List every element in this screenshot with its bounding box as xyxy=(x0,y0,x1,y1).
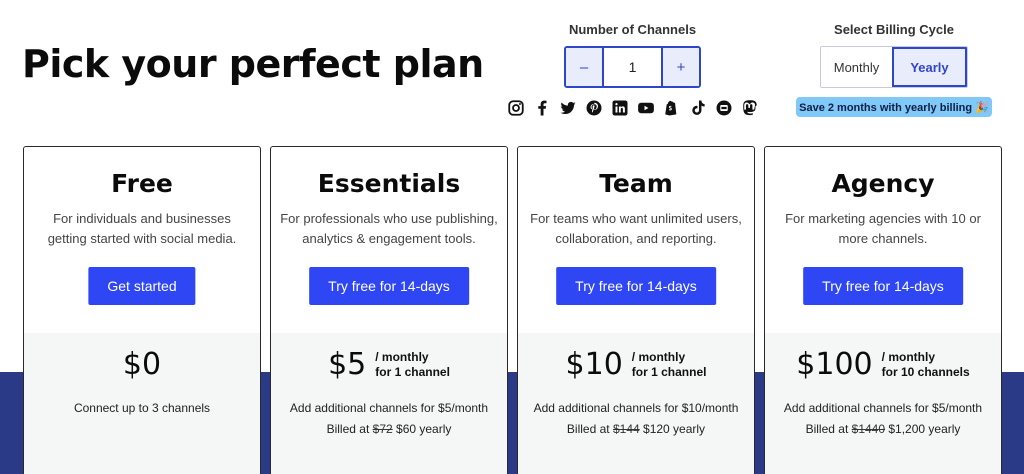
billed-old-price: $1440 xyxy=(851,422,886,436)
plan-card-free: Free For individuals and businesses gett… xyxy=(23,146,261,474)
plan-card-team: Team For teams who want unlimited users,… xyxy=(517,146,755,474)
pinterest-icon xyxy=(584,98,604,118)
youtube-icon xyxy=(636,98,656,118)
price-period-label: / monthly xyxy=(631,349,686,364)
channels-label: Number of Channels xyxy=(568,22,697,37)
price-row: $100 / monthly for 10 channels xyxy=(765,347,1001,382)
facebook-icon xyxy=(532,98,552,118)
google-business-icon xyxy=(714,98,734,118)
billed-text: Billed at $1440 $1,200 yearly xyxy=(765,422,1001,436)
channel-count-control: Number of Channels – 1 + xyxy=(564,22,701,88)
plan-card-agency: Agency For marketing agencies with 10 or… xyxy=(764,146,1002,474)
instagram-icon xyxy=(506,98,526,118)
billed-old-price: $144 xyxy=(612,422,640,436)
price-amount: $10 xyxy=(565,347,623,382)
price-row: $5 / monthly for 1 channel xyxy=(271,347,507,382)
billed-label: Billed at xyxy=(805,422,849,436)
try-free-button[interactable]: Try free for 14-days xyxy=(556,267,716,305)
channel-stepper: – 1 + xyxy=(564,46,701,88)
save-badge: Save 2 months with yearly billing 🎉 xyxy=(796,97,992,117)
try-free-button[interactable]: Try free for 14-days xyxy=(803,267,963,305)
get-started-button[interactable]: Get started xyxy=(88,267,196,305)
billed-new-price: $120 yearly xyxy=(643,422,706,436)
billing-label: Select Billing Cycle xyxy=(834,22,954,37)
channel-note: Add additional channels for $5/month xyxy=(783,401,983,415)
plan-card-essentials: Essentials For professionals who use pub… xyxy=(270,146,508,474)
billed-text: Billed at $144 $120 yearly xyxy=(518,422,754,436)
billing-toggle: Monthly Yearly xyxy=(820,46,968,88)
tiktok-icon xyxy=(688,98,708,118)
twitter-icon xyxy=(558,98,578,118)
billed-label: Billed at xyxy=(326,422,370,436)
price-section: $10 / monthly for 1 channel Add addition… xyxy=(518,333,754,474)
price-amount: $0 xyxy=(122,347,162,382)
social-icons-row xyxy=(506,98,760,118)
price-period: / monthly for 1 channel xyxy=(632,350,707,380)
channel-note: Add additional channels for $10/month xyxy=(533,401,739,415)
billed-text: Billed at $72 $60 yearly xyxy=(271,422,507,436)
plan-name: Essentials xyxy=(317,169,461,198)
linkedin-icon xyxy=(610,98,630,118)
channel-note: Connect up to 3 channels xyxy=(73,401,211,415)
plan-description: For individuals and businesses getting s… xyxy=(47,211,237,246)
mastodon-icon xyxy=(740,98,760,118)
shopify-icon xyxy=(662,98,682,118)
monthly-option[interactable]: Monthly xyxy=(821,47,892,87)
price-period: / monthly for 1 channel xyxy=(375,350,450,380)
price-period-detail: for 1 channel xyxy=(375,364,450,379)
plan-name: Free xyxy=(111,169,173,198)
billed-old-price: $72 xyxy=(372,422,393,436)
yearly-option[interactable]: Yearly xyxy=(892,47,967,87)
plan-description: For teams who want unlimited users, coll… xyxy=(530,211,742,246)
billed-new-price: $60 yearly xyxy=(396,422,452,436)
billing-cycle-control: Select Billing Cycle Monthly Yearly xyxy=(820,22,968,88)
price-period-detail: for 1 channel xyxy=(631,364,707,379)
billed-label: Billed at xyxy=(566,422,610,436)
billed-new-price: $1,200 yearly xyxy=(888,422,961,436)
page-title: Pick your perfect plan xyxy=(22,42,484,86)
plan-name: Agency xyxy=(831,169,935,198)
price-period-detail: for 10 channels xyxy=(881,364,970,379)
price-section: $100 / monthly for 10 channels Add addit… xyxy=(765,333,1001,474)
channel-note: Add additional channels for $5/month xyxy=(289,401,489,415)
decrement-button[interactable]: – xyxy=(566,48,602,86)
plan-name: Team xyxy=(599,169,673,198)
plan-description: For professionals who use publishing, an… xyxy=(280,211,498,246)
price-row: $0 xyxy=(24,347,260,382)
increment-button[interactable]: + xyxy=(663,48,699,86)
price-period-label: / monthly xyxy=(881,349,935,364)
try-free-button[interactable]: Try free for 14-days xyxy=(309,267,469,305)
price-section: $5 / monthly for 1 channel Add additiona… xyxy=(271,333,507,474)
price-section: $0 Connect up to 3 channels xyxy=(24,333,260,474)
channel-count-input[interactable]: 1 xyxy=(602,48,663,86)
plan-description: For marketing agencies with 10 or more c… xyxy=(785,211,981,246)
price-amount: $5 xyxy=(328,347,367,382)
price-period: / monthly for 10 channels xyxy=(882,350,970,380)
price-row: $10 / monthly for 1 channel xyxy=(518,347,754,382)
price-period-label: / monthly xyxy=(375,349,429,364)
price-amount: $100 xyxy=(796,347,873,382)
